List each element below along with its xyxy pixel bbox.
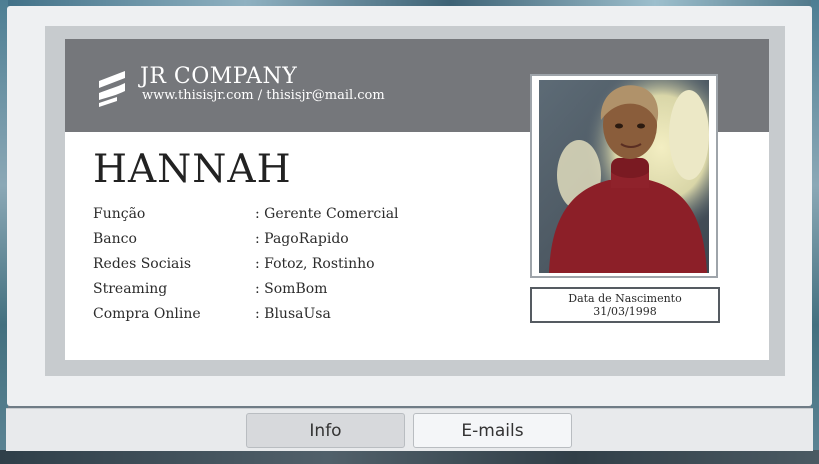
info-value: : Fotoz, Rostinho	[255, 255, 375, 272]
info-label: Banco	[93, 230, 137, 247]
info-label: Streaming	[93, 280, 168, 297]
tab-info[interactable]: Info	[246, 413, 405, 448]
person-name: HANNAH	[93, 147, 292, 192]
info-value: : Gerente Comercial	[255, 205, 399, 222]
info-label: Redes Sociais	[93, 255, 192, 272]
info-value: : PagoRapido	[255, 230, 349, 247]
profile-photo-frame	[530, 74, 718, 278]
jr-logo-icon	[99, 71, 125, 107]
info-row-compra-online: Compra Online : BlusaUsa	[93, 301, 513, 326]
company-name: JR COMPANY	[140, 64, 298, 89]
info-label: Compra Online	[93, 305, 201, 322]
company-contact: www.thisisjr.com / thisisjr@mail.com	[142, 88, 385, 103]
tab-emails[interactable]: E-mails	[413, 413, 572, 448]
date-of-birth-label: Data de Nascimento	[568, 292, 682, 305]
background-right	[811, 0, 819, 464]
info-value: : SomBom	[255, 280, 328, 297]
date-of-birth-box: Data de Nascimento 31/03/1998	[530, 287, 720, 323]
info-row-redes-sociais: Redes Sociais : Fotoz, Rostinho	[93, 251, 513, 276]
monitor-screen: JR COMPANY www.thisisjr.com / thisisjr@m…	[45, 26, 785, 376]
info-label: Função	[93, 205, 146, 222]
tab-bar: Info E-mails	[6, 408, 813, 451]
info-row-funcao: Função : Gerente Comercial	[93, 201, 513, 226]
background-bottom	[0, 450, 819, 464]
id-card: JR COMPANY www.thisisjr.com / thisisjr@m…	[65, 39, 769, 360]
info-list: Função : Gerente Comercial Banco : PagoR…	[93, 201, 513, 326]
profile-photo	[539, 80, 709, 273]
date-of-birth-value: 31/03/1998	[593, 305, 657, 318]
info-value: : BlusaUsa	[255, 305, 331, 322]
info-row-banco: Banco : PagoRapido	[93, 226, 513, 251]
info-row-streaming: Streaming : SomBom	[93, 276, 513, 301]
monitor-frame: JR COMPANY www.thisisjr.com / thisisjr@m…	[7, 6, 812, 406]
